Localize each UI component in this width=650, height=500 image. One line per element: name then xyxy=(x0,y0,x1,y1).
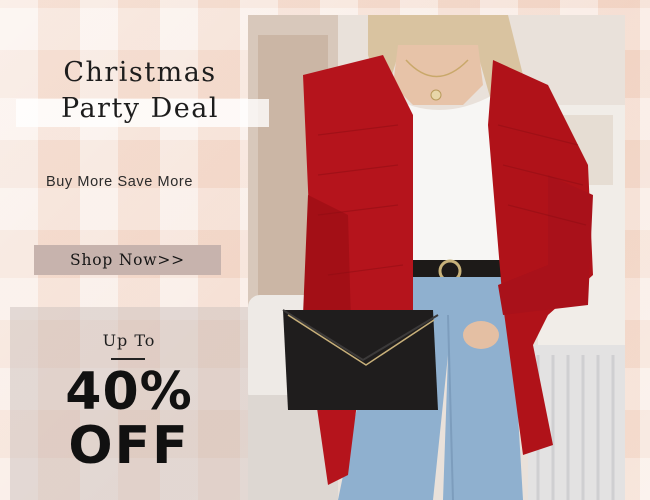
discount-prefix: Up To xyxy=(102,331,156,350)
shop-now-button[interactable]: Shop Now>> xyxy=(34,245,221,275)
discount-suffix: OFF xyxy=(68,416,190,476)
model-photo-illustration xyxy=(248,15,625,500)
model-photo[interactable] xyxy=(248,15,625,500)
banner-subheadline: Buy More Save More xyxy=(46,174,193,190)
headline-line-2: Party Deal xyxy=(60,93,219,124)
headline-line-1: Christmas xyxy=(63,57,217,88)
discount-divider xyxy=(111,358,145,360)
discount-percent: 40% xyxy=(65,362,193,422)
banner-headline: Christmas Party Deal xyxy=(40,56,240,128)
